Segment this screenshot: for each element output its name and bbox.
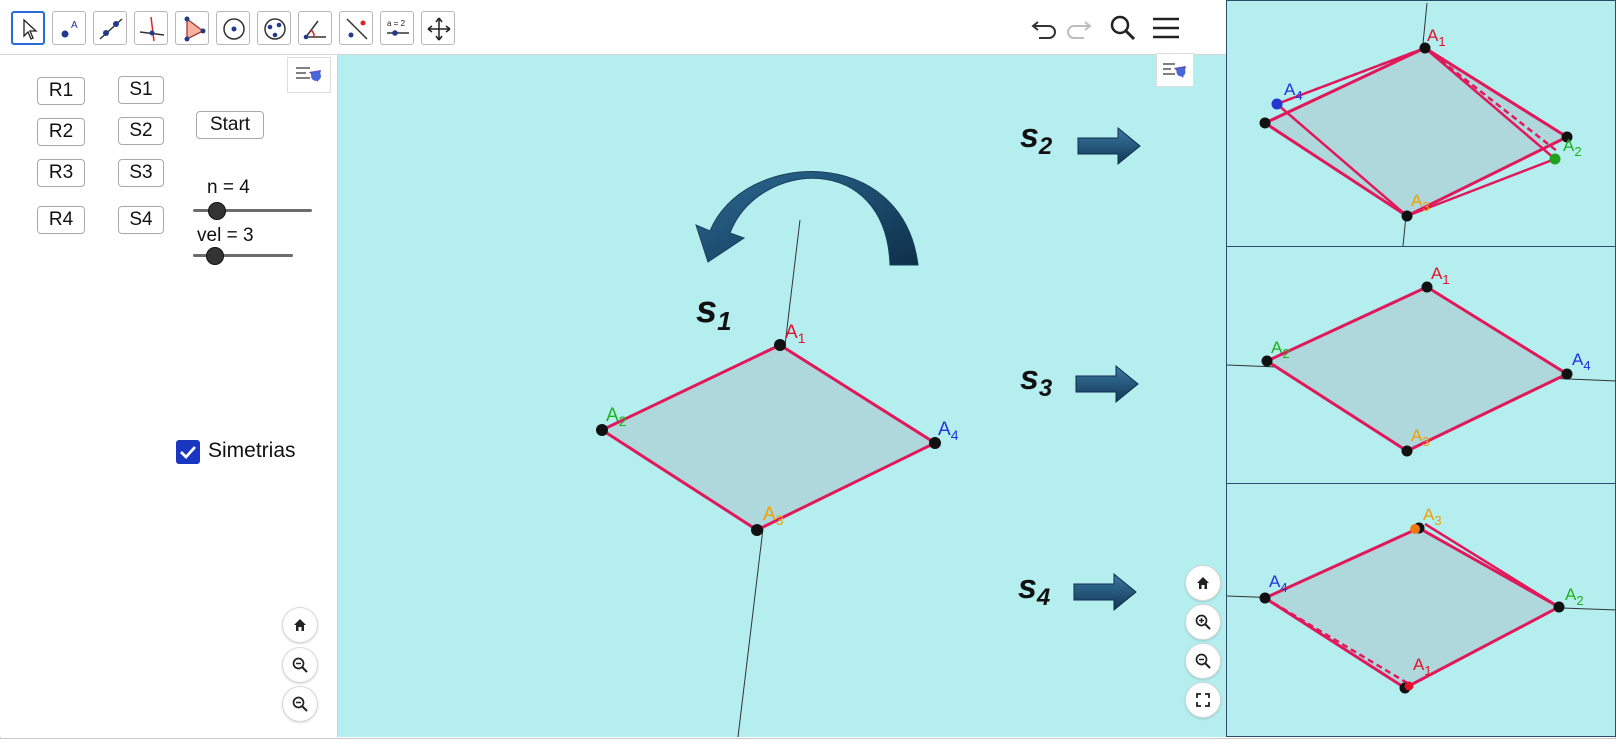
slider-vel-knob[interactable] xyxy=(206,247,224,265)
slider-vel-label: vel = 3 xyxy=(197,225,254,246)
style-bar-icon xyxy=(296,67,321,82)
simetrias-checkbox[interactable] xyxy=(176,440,200,464)
vertex-a3[interactable] xyxy=(751,524,763,536)
home-icon xyxy=(294,619,306,631)
line-tool-button[interactable] xyxy=(93,11,127,45)
svg-text:A2: A2 xyxy=(1565,585,1584,608)
slider-icon: a = 2 xyxy=(387,19,409,36)
s4-button[interactable]: S4 xyxy=(118,206,164,234)
svg-text:A: A xyxy=(71,20,78,31)
algebra-zoom-out-button[interactable] xyxy=(282,647,318,683)
label-a2: A2 xyxy=(606,405,627,429)
r3-button[interactable]: R3 xyxy=(37,159,85,187)
line-icon xyxy=(99,18,123,40)
svg-text:A1: A1 xyxy=(1431,264,1450,287)
algebra-home-button[interactable] xyxy=(282,607,318,643)
graphics-style-bar-button[interactable] xyxy=(1156,53,1194,87)
right-arrow-icon xyxy=(1075,364,1139,404)
graphics-fullscreen-button[interactable] xyxy=(1185,682,1221,718)
slider-tool-button[interactable]: a = 2 xyxy=(380,11,414,45)
angle-icon xyxy=(303,20,326,40)
circle-tool-button[interactable] xyxy=(216,11,250,45)
start-button[interactable]: Start xyxy=(196,111,264,139)
symmetry-thumbnails: A1 A4 A2 A3 A1 A4 A3 A2 A3 A2 A1 A4 xyxy=(1226,0,1616,737)
rhombus-polygon[interactable] xyxy=(598,343,939,532)
arrow-s3: s3 xyxy=(1020,359,1139,404)
arrow-s3-label: s3 xyxy=(1020,359,1053,402)
point-tool-button[interactable]: A xyxy=(52,11,86,45)
zoom-out-icon xyxy=(1195,653,1211,669)
search-button[interactable] xyxy=(1106,11,1140,45)
undo-icon xyxy=(1031,21,1056,39)
algebra-panel: R1 R2 R3 R4 S1 S2 S3 S4 Start n = 4 vel … xyxy=(0,55,338,737)
perpendicular-line-icon xyxy=(139,16,165,42)
thumbnail-s2-canvas: A1 A4 A2 A3 xyxy=(1259,2,1582,247)
slider-n-knob[interactable] xyxy=(208,202,226,220)
zoom-out-icon xyxy=(292,657,308,673)
check-icon xyxy=(180,446,197,460)
point-icon: A xyxy=(61,20,78,38)
menu-icon xyxy=(1153,17,1179,39)
conic-icon xyxy=(264,18,286,40)
perpendicular-tool-button[interactable] xyxy=(134,11,168,45)
fullscreen-icon xyxy=(1196,693,1210,707)
conic-tool-button[interactable] xyxy=(257,11,291,45)
circle-icon xyxy=(223,18,245,40)
reflect-tool-button[interactable] xyxy=(339,11,373,45)
algebra-style-bar-button[interactable] xyxy=(287,57,331,93)
zoom-in-icon xyxy=(1195,614,1211,630)
search-icon xyxy=(1110,15,1136,41)
toolbar: A a = 2 xyxy=(0,0,1226,55)
move-tool-button[interactable] xyxy=(11,11,45,45)
redo-icon xyxy=(1067,21,1092,39)
polygon-icon xyxy=(184,16,206,42)
label-a4: A4 xyxy=(938,419,959,443)
zoom-out-icon xyxy=(292,696,308,712)
thumbnail-s3-canvas: A1 A4 A3 A2 xyxy=(1226,264,1616,457)
s2-button[interactable]: S2 xyxy=(118,117,164,145)
graphics-zoom-in-button[interactable] xyxy=(1185,604,1221,640)
r1-button[interactable]: R1 xyxy=(37,77,85,105)
r2-button[interactable]: R2 xyxy=(37,118,85,146)
graphics-home-button[interactable] xyxy=(1185,565,1221,601)
arrow-s4: s4 xyxy=(1018,568,1137,612)
right-arrow-icon xyxy=(1073,572,1137,612)
s1-button[interactable]: S1 xyxy=(118,76,164,104)
cursor-icon xyxy=(23,18,38,40)
move-graphics-icon xyxy=(427,17,451,41)
undo-button[interactable] xyxy=(1027,11,1061,45)
thumbnail-s4: A3 A2 A1 A4 xyxy=(1226,483,1616,737)
rotation-arrow-icon xyxy=(695,171,919,266)
reflect-icon xyxy=(346,18,368,40)
thumbnail-s4-canvas: A3 A2 A1 A4 xyxy=(1226,505,1616,694)
arrow-s2: s2 xyxy=(1020,117,1141,166)
move-graphics-tool-button[interactable] xyxy=(421,11,455,45)
label-a1: A1 xyxy=(785,322,806,346)
graphics-zoom-out-button[interactable] xyxy=(1185,643,1221,679)
symmetry-s1-label: s1 xyxy=(696,289,732,336)
home-icon xyxy=(1197,577,1209,589)
arrow-s4-label: s4 xyxy=(1018,568,1050,611)
r4-button[interactable]: R4 xyxy=(37,206,85,234)
thumbnail-s2: A1 A4 A2 A3 xyxy=(1226,0,1616,247)
polygon-tool-button[interactable] xyxy=(175,11,209,45)
menu-button[interactable] xyxy=(1149,11,1183,45)
angle-tool-button[interactable] xyxy=(298,11,332,45)
svg-text:A2: A2 xyxy=(1563,136,1582,159)
s3-button[interactable]: S3 xyxy=(118,159,164,187)
style-bar-icon xyxy=(1163,63,1186,78)
arrow-s2-label: s2 xyxy=(1020,117,1053,160)
slider-tool-label: a = 2 xyxy=(387,19,406,28)
svg-text:A4: A4 xyxy=(1572,350,1591,373)
thumbnail-s3: A1 A4 A3 A2 xyxy=(1226,246,1616,484)
redo-button[interactable] xyxy=(1062,11,1096,45)
algebra-zoom-out-button-2[interactable] xyxy=(282,686,318,722)
simetrias-label: Simetrias xyxy=(208,439,296,462)
slider-n-label: n = 4 xyxy=(207,177,250,198)
right-arrow-icon xyxy=(1077,126,1141,166)
